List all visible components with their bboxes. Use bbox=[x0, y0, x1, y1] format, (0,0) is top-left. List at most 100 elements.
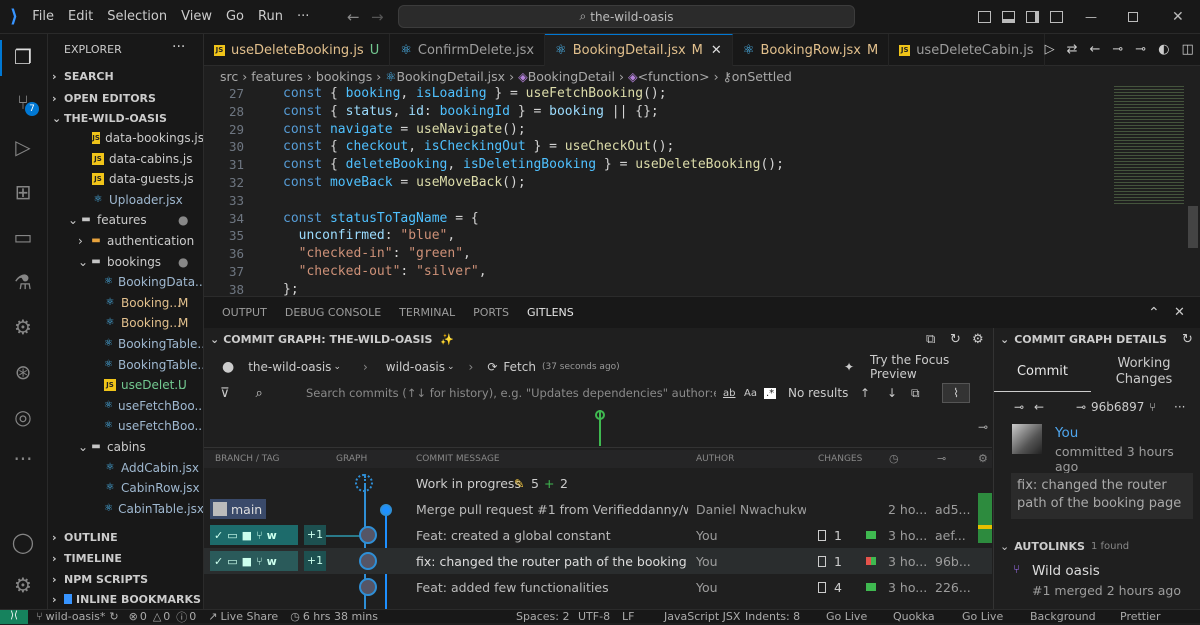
commit-row[interactable]: Feat: added few functionalities You 4 3 ho.… bbox=[204, 574, 992, 600]
previous-result-icon[interactable]: ↑ bbox=[860, 386, 870, 400]
section-outline[interactable]: › OUTLINE bbox=[48, 527, 203, 547]
testing-icon[interactable]: ⚗ bbox=[10, 269, 36, 295]
file-tree-item[interactable]: ⌄ ▬ features ● bbox=[48, 210, 203, 230]
column-settings-icon[interactable]: ⚙ bbox=[978, 452, 988, 465]
match-case-icon[interactable]: Aa bbox=[744, 388, 757, 399]
autolink-title[interactable]: Wild oasis bbox=[1032, 563, 1100, 579]
search-mode-icon[interactable]: ⌕ bbox=[256, 386, 263, 401]
status-branch[interactable]: wild-oasis* bbox=[46, 610, 106, 623]
layout-secondary-icon[interactable] bbox=[1026, 10, 1039, 23]
breadcrumb-item[interactable]: BookingDetail.jsx bbox=[396, 69, 505, 84]
section-open-editors[interactable]: › OPEN EDITORS bbox=[48, 88, 203, 108]
tab-booking-row[interactable]: ⚛ BookingRow.jsx M bbox=[733, 34, 890, 66]
file-tree-item[interactable]: ⌄ ▬ bookings ● bbox=[48, 252, 203, 272]
warnings-count[interactable]: 0 bbox=[163, 610, 170, 623]
column-message[interactable]: COMMIT MESSAGE bbox=[416, 454, 500, 464]
branch-badge-main[interactable]: main bbox=[210, 499, 266, 519]
code-line[interactable]: "checked-out": "silver", bbox=[283, 264, 487, 279]
command-center-search[interactable]: ⌕ the-wild-oasis bbox=[398, 5, 855, 28]
menu-file[interactable]: File bbox=[32, 9, 54, 24]
details-tab-commit[interactable]: Commit bbox=[994, 352, 1091, 392]
scrollbar[interactable] bbox=[1188, 206, 1198, 248]
tab-confirm-delete[interactable]: ⚛ ConfirmDelete.jsx bbox=[390, 34, 546, 66]
column-changes[interactable]: CHANGES bbox=[818, 454, 862, 464]
restore-icon[interactable] bbox=[1128, 11, 1138, 22]
customize-layout-icon[interactable] bbox=[1050, 10, 1063, 23]
next-result-icon[interactable]: ↓ bbox=[887, 386, 897, 400]
manage-gear-icon[interactable]: ⚙ bbox=[10, 572, 36, 598]
menu-go[interactable]: Go bbox=[226, 9, 244, 24]
minimap-pin-icon[interactable]: ⊸ bbox=[978, 420, 988, 434]
sync-icon[interactable]: ↻ bbox=[109, 610, 118, 623]
run-icon[interactable]: ▷ bbox=[1045, 42, 1055, 57]
panel-tab-debug-console[interactable]: DEBUG CONSOLE bbox=[285, 297, 381, 329]
match-whole-word-icon[interactable]: ab bbox=[723, 388, 735, 399]
time-tracked[interactable]: 6 hrs 38 mins bbox=[303, 610, 378, 623]
explorer-icon[interactable]: ❐ bbox=[10, 44, 36, 70]
wip-row[interactable]: Work in progress ✎ 5 + 2 bbox=[204, 470, 992, 496]
forward-arrow-icon[interactable]: → bbox=[371, 8, 384, 26]
file-tree-item[interactable]: ⚛ BookingTable... bbox=[48, 334, 203, 354]
code-editor[interactable]: 27 const { booking, isLoading } = useFetc… bbox=[204, 86, 1200, 296]
branch-selector[interactable]: wild-oasis bbox=[386, 360, 445, 374]
code-line[interactable]: const { checkout, isCheckingOut } = useC… bbox=[283, 139, 674, 154]
tab-use-delete-cabin[interactable]: JS useDeleteCabin.js bbox=[889, 34, 1045, 66]
file-tree-item[interactable]: ⚛ Booking... M bbox=[48, 293, 203, 313]
code-line[interactable]: const statusToTagName = { bbox=[283, 211, 479, 226]
repo-selector[interactable]: the-wild-oasis bbox=[248, 360, 331, 374]
pin-icon[interactable]: ⊸ bbox=[1014, 400, 1024, 414]
file-tree-item[interactable]: ⚛ Uploader.jsx bbox=[48, 190, 203, 210]
fetch-button[interactable]: Fetch bbox=[503, 360, 536, 374]
menu-view[interactable]: View bbox=[181, 9, 212, 24]
panel-close-icon[interactable]: ✕ bbox=[1174, 305, 1185, 320]
back-arrow-icon[interactable]: ← bbox=[347, 8, 360, 26]
breadcrumb-item[interactable]: BookingDetail bbox=[528, 69, 615, 84]
breadcrumb-item[interactable]: src bbox=[220, 69, 238, 84]
status-indents[interactable]: Indents: 8 bbox=[745, 610, 800, 623]
run-debug-icon[interactable]: ▷ bbox=[10, 134, 36, 160]
layout-panel-icon[interactable] bbox=[1002, 10, 1015, 23]
next-change-icon[interactable]: ⊸ bbox=[1135, 42, 1146, 57]
panel-tab-terminal[interactable]: TERMINAL bbox=[399, 297, 455, 329]
section-npm-scripts[interactable]: › NPM SCRIPTS bbox=[48, 569, 203, 589]
menu-edit[interactable]: Edit bbox=[68, 9, 93, 24]
file-tree-item[interactable]: › ▬ authentication bbox=[48, 231, 203, 251]
focus-preview-link[interactable]: Try the Focus Preview bbox=[870, 353, 992, 381]
file-tree-item[interactable]: ⚛ Booking... M bbox=[48, 313, 203, 333]
open-results-icon[interactable]: ⧉ bbox=[911, 386, 920, 401]
file-tree-item[interactable]: JS data-cabins.js bbox=[48, 149, 203, 169]
minimap-toggle-icon[interactable]: ⌇ bbox=[942, 383, 970, 403]
branch-badge-local[interactable]: ✓ ▭ ■ ⑂ w +1 bbox=[210, 551, 326, 571]
minimize-icon[interactable]: — bbox=[1085, 10, 1097, 24]
column-author[interactable]: AUTHOR bbox=[696, 454, 734, 464]
gitlens-icon[interactable]: ◎ bbox=[10, 404, 36, 430]
more-views-icon[interactable]: ··· bbox=[10, 446, 36, 472]
file-tree-item[interactable]: JS data-guests.js bbox=[48, 169, 203, 189]
refresh-icon[interactable]: ↻ bbox=[950, 332, 961, 347]
code-line[interactable]: unconfirmed: "blue", bbox=[283, 228, 456, 243]
code-line[interactable]: const moveBack = useMoveBack(); bbox=[283, 175, 526, 190]
file-tree-item[interactable]: ⌄ ▬ cabins bbox=[48, 437, 203, 457]
file-tree-item[interactable]: ⚛ CabinTable.jsx bbox=[48, 499, 203, 519]
extensions-icon[interactable]: ⊞ bbox=[10, 179, 36, 205]
status-golive-2[interactable]: Go Live bbox=[962, 610, 1003, 623]
regex-icon[interactable]: .* bbox=[764, 387, 777, 399]
breadcrumb-item[interactable]: <function> bbox=[638, 69, 710, 84]
remote-explorer-icon[interactable]: ▭ bbox=[10, 224, 36, 250]
previous-change-icon[interactable]: ← bbox=[1089, 42, 1100, 57]
file-tree-item[interactable]: ⚛ useFetchBoo... bbox=[48, 416, 203, 436]
column-date-icon[interactable]: ◷ bbox=[889, 452, 899, 465]
branch-badge-local[interactable]: ✓ ▭ ■ ⑂ w +1 bbox=[210, 525, 326, 545]
layout-sidebar-icon[interactable] bbox=[978, 10, 991, 23]
menu-more[interactable]: ··· bbox=[297, 9, 309, 24]
breadcrumb-item[interactable]: onSettled bbox=[732, 69, 792, 84]
close-tab-icon[interactable]: ✕ bbox=[711, 43, 722, 58]
details-more-icon[interactable]: ··· bbox=[1174, 400, 1185, 414]
errors-count[interactable]: 0 bbox=[140, 610, 147, 623]
remote-icon[interactable]: ⟩⟨ bbox=[0, 609, 28, 624]
code-line[interactable]: const navigate = useNavigate(); bbox=[283, 122, 526, 137]
column-branch[interactable]: BRANCH / TAG bbox=[215, 454, 280, 464]
file-tree-item[interactable]: JS useDelet... U bbox=[48, 375, 203, 395]
status-language[interactable]: JavaScript JSX bbox=[664, 610, 740, 623]
accounts-icon[interactable]: ◯ bbox=[10, 529, 36, 555]
